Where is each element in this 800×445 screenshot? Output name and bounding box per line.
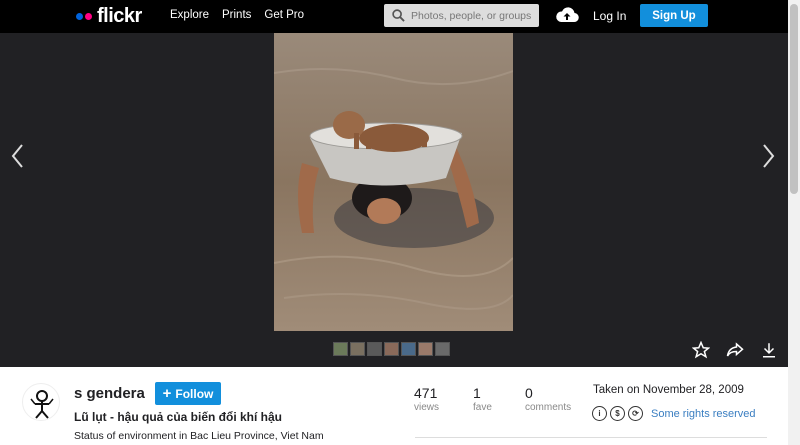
license-link[interactable]: Some rights reserved bbox=[651, 408, 756, 420]
filmstrip-thumbnail[interactable] bbox=[350, 342, 365, 356]
nav-explore[interactable]: Explore bbox=[170, 9, 209, 21]
logo-blue-dot bbox=[76, 13, 83, 20]
views-stat: 471 views bbox=[414, 385, 439, 413]
main-nav: Explore Prints Get Pro bbox=[170, 9, 304, 21]
photostream-filmstrip bbox=[333, 342, 450, 356]
avatar[interactable] bbox=[22, 383, 60, 421]
favorite-star-icon[interactable] bbox=[691, 340, 711, 364]
scrollbar-thumb[interactable] bbox=[790, 4, 798, 194]
filmstrip-thumbnail[interactable] bbox=[435, 342, 450, 356]
faves-label: fave bbox=[473, 402, 492, 413]
filmstrip-thumbnail[interactable] bbox=[367, 342, 382, 356]
login-link[interactable]: Log In bbox=[593, 9, 626, 23]
main-photo[interactable] bbox=[274, 33, 513, 331]
cc-attribution-icon: i bbox=[592, 406, 607, 421]
search-input[interactable] bbox=[411, 9, 531, 22]
follow-label: Follow bbox=[175, 386, 214, 401]
filmstrip-thumbnail[interactable] bbox=[401, 342, 416, 356]
search-icon bbox=[392, 9, 405, 22]
date-taken: Taken on November 28, 2009 bbox=[593, 384, 744, 396]
share-icon[interactable] bbox=[726, 341, 744, 364]
views-label: views bbox=[414, 402, 440, 413]
plus-icon: + bbox=[162, 385, 172, 402]
comments-stat[interactable]: 0 comments bbox=[525, 385, 571, 413]
faves-count: 1 bbox=[473, 385, 481, 401]
divider bbox=[415, 437, 767, 438]
photo-title: Lũ lụt - hậu quả của biến đổi khí hậu bbox=[74, 410, 283, 424]
owner-username[interactable]: s gendera bbox=[74, 385, 145, 402]
filmstrip-thumbnail[interactable] bbox=[384, 342, 399, 356]
previous-photo-arrow-icon[interactable] bbox=[10, 143, 26, 174]
page-scrollbar[interactable] bbox=[788, 0, 800, 445]
follow-button[interactable]: + Follow bbox=[155, 382, 221, 405]
photo-stage bbox=[0, 33, 788, 367]
photo-description: Status of environment in Bac Lieu Provin… bbox=[74, 430, 324, 442]
next-photo-arrow-icon[interactable] bbox=[760, 143, 776, 174]
download-icon[interactable] bbox=[760, 341, 778, 364]
top-navigation-bar: flickr Explore Prints Get Pro Log In Sig… bbox=[0, 0, 788, 33]
filmstrip-thumbnail[interactable] bbox=[418, 342, 433, 356]
cc-noncommercial-icon: $ bbox=[610, 406, 625, 421]
signup-button[interactable]: Sign Up bbox=[640, 4, 708, 27]
views-count: 471 bbox=[414, 385, 438, 401]
logo-pink-dot bbox=[85, 13, 92, 20]
logo-wordmark: flickr bbox=[97, 5, 142, 27]
comments-count: 0 bbox=[525, 385, 533, 401]
comments-label: comments bbox=[525, 402, 572, 413]
nav-prints[interactable]: Prints bbox=[222, 9, 251, 21]
nav-get-pro[interactable]: Get Pro bbox=[264, 9, 304, 21]
filmstrip-thumbnail[interactable] bbox=[333, 342, 348, 356]
faves-stat[interactable]: 1 fave bbox=[473, 385, 492, 413]
flickr-logo[interactable]: flickr bbox=[76, 5, 142, 28]
upload-cloud-icon[interactable] bbox=[555, 5, 579, 30]
photo-info-panel: s gendera + Follow Lũ lụt - hậu quả của … bbox=[0, 367, 788, 445]
search-box bbox=[384, 4, 539, 27]
license-info: i $ ⟳ Some rights reserved bbox=[592, 406, 756, 421]
cc-sharealike-icon: ⟳ bbox=[628, 406, 643, 421]
